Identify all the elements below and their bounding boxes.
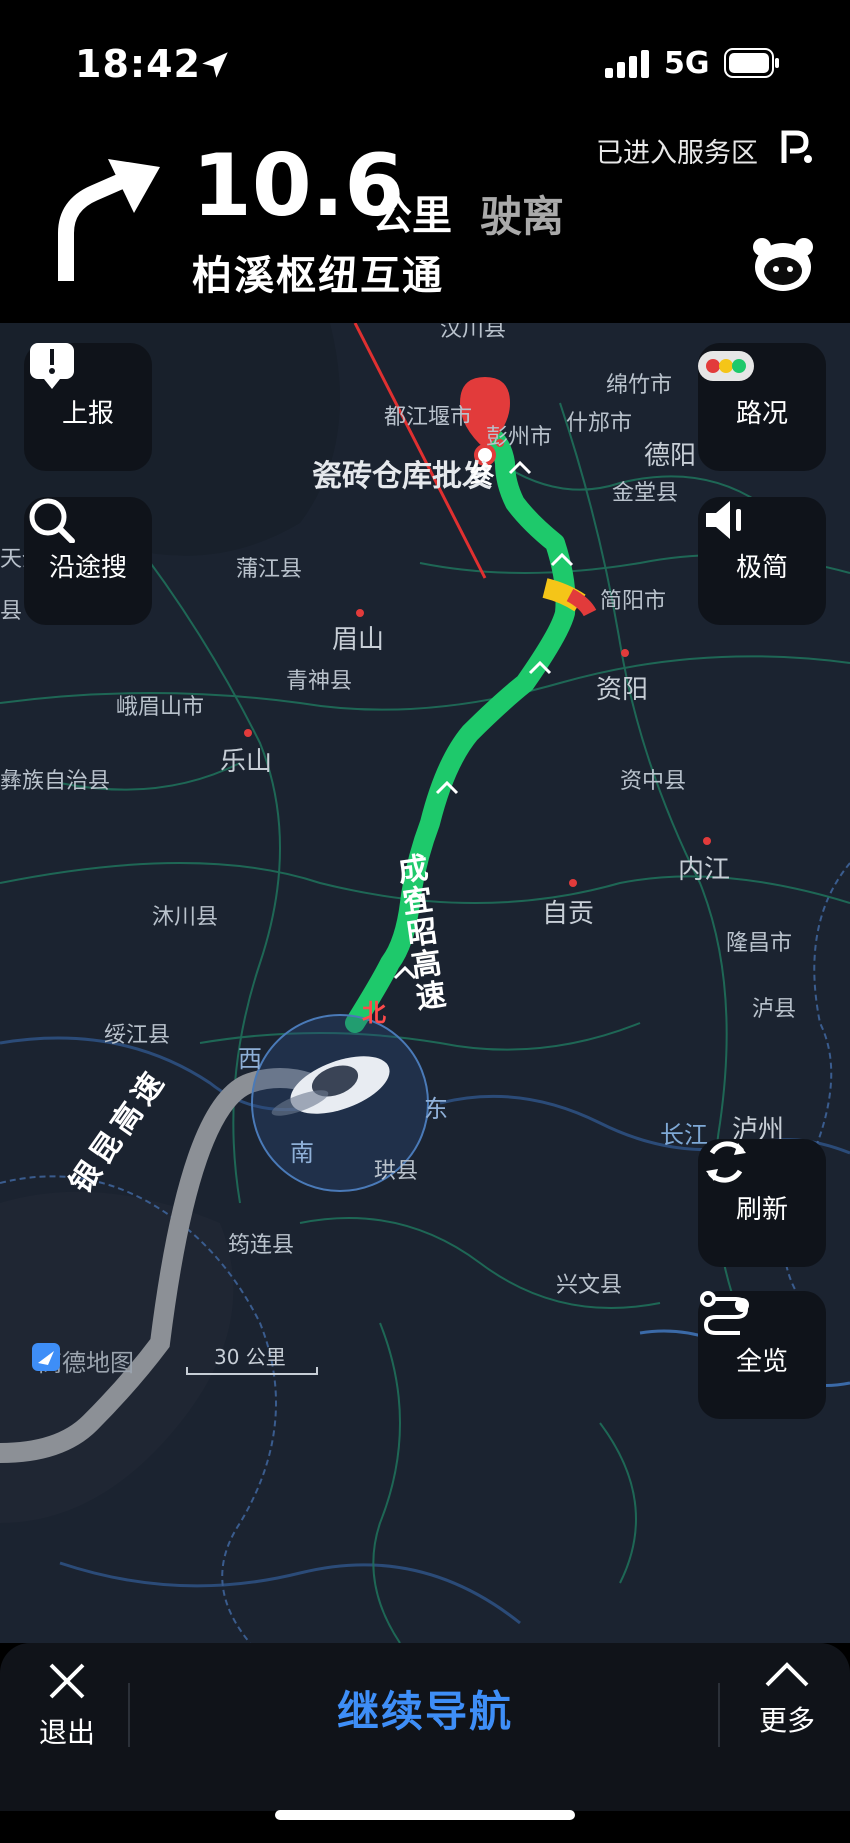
report-icon bbox=[30, 343, 74, 389]
status-time: 18:42 bbox=[75, 42, 201, 86]
amap-logo-icon bbox=[32, 1343, 60, 1371]
maneuver-action: 驶离 bbox=[480, 192, 565, 241]
traffic-button[interactable]: 路况 bbox=[698, 343, 826, 471]
map-label-pengzhou: 彭州市 bbox=[486, 425, 553, 450]
map-label-longchang: 隆昌市 bbox=[726, 931, 793, 956]
scale-label: 30 公里 bbox=[214, 1345, 286, 1369]
divider-right bbox=[718, 1683, 720, 1747]
divider-left bbox=[128, 1683, 130, 1747]
close-icon bbox=[49, 1663, 85, 1699]
overview-button[interactable]: 全览 bbox=[698, 1291, 826, 1419]
scale-bar bbox=[186, 1367, 318, 1375]
distance-unit: 公里 bbox=[372, 193, 452, 239]
status-bar: 18:42 5G bbox=[0, 0, 850, 125]
map-label-yi-left: 县 bbox=[0, 599, 23, 624]
refresh-button[interactable]: 刷新 bbox=[698, 1139, 826, 1267]
map-label-meishan: 眉山 bbox=[332, 625, 385, 655]
map-label-shifang: 什邡市 bbox=[566, 411, 633, 436]
continue-navigation-button[interactable]: 继续导航 bbox=[140, 1673, 710, 1743]
battery-icon bbox=[724, 48, 779, 78]
map-view[interactable]: 理县 汶川县 绵竹市 都江堰市 什邡市 彭州市 德阳 金堂县 瓷砖仓库批发 终 … bbox=[0, 323, 850, 1643]
map-label-gongxian: 珙县 bbox=[374, 1159, 419, 1184]
map-label-emeishan: 峨眉山市 bbox=[116, 695, 205, 720]
refresh-label: 刷新 bbox=[735, 1194, 788, 1225]
traffic-light-icon bbox=[698, 351, 754, 381]
parking-icon bbox=[781, 130, 812, 163]
chevron-up-icon bbox=[765, 1662, 809, 1687]
home-indicator[interactable] bbox=[275, 1810, 575, 1820]
map-label-xingwen: 兴文县 bbox=[556, 1273, 623, 1298]
map-brand: 高德地图 bbox=[32, 1343, 134, 1378]
map-label-dujiangyan: 都江堰市 bbox=[384, 405, 473, 430]
map-label-qingshen: 青神县 bbox=[286, 669, 353, 694]
map-label-luxian: 泸县 bbox=[752, 997, 797, 1022]
mascot-assistant-icon[interactable] bbox=[752, 237, 814, 293]
map-label-zigong: 自贡 bbox=[542, 899, 595, 929]
map-label-lixian: 理县 bbox=[326, 323, 370, 325]
minimal-mode-label: 极简 bbox=[735, 552, 788, 583]
service-area-status: 已进入服务区 bbox=[596, 138, 758, 169]
exit-label: 退出 bbox=[38, 1716, 95, 1749]
compass-south: 南 bbox=[290, 1139, 314, 1167]
more-button[interactable]: 更多 bbox=[742, 1661, 832, 1771]
map-label-neijiang: 内江 bbox=[678, 855, 731, 885]
search-along-button[interactable]: 沿途搜 bbox=[24, 497, 152, 625]
map-label-leshan: 乐山 bbox=[220, 747, 273, 777]
map-label-junlian: 筠连县 bbox=[228, 1233, 295, 1258]
map-label-jintang: 金堂县 bbox=[612, 481, 679, 506]
exit-button[interactable]: 退出 bbox=[22, 1661, 112, 1771]
report-label: 上报 bbox=[61, 398, 114, 429]
navigation-instruction-panel: 10.6 公里 驶离 柏溪枢纽互通 已进入服务区 bbox=[0, 125, 850, 323]
map-label-suijiang: 绥江县 bbox=[104, 1023, 171, 1048]
map-label-muchuan: 沐川县 bbox=[152, 905, 219, 930]
network-type: 5G bbox=[664, 46, 710, 81]
map-label-zizhong: 资中县 bbox=[620, 769, 687, 794]
signal-icon bbox=[605, 50, 649, 78]
map-label-pujiang: 蒲江县 bbox=[236, 557, 303, 582]
map-poi-label[interactable]: 瓷砖仓库批发 bbox=[312, 457, 492, 496]
speaker-icon bbox=[706, 501, 741, 539]
search-icon bbox=[29, 498, 75, 543]
turn-right-arrow-icon bbox=[58, 159, 160, 281]
map-label-ziyang: 资阳 bbox=[596, 675, 649, 705]
map-label-jianyang: 简阳市 bbox=[600, 589, 667, 614]
compass-west: 西 bbox=[238, 1045, 262, 1073]
map-label-yi-zizhi: 彝族自治县 bbox=[0, 769, 111, 794]
destination-marker-label: 终 bbox=[470, 461, 494, 489]
minimal-mode-button[interactable]: 极简 bbox=[698, 497, 826, 625]
compass-north: 北 bbox=[362, 999, 386, 1027]
refresh-icon bbox=[706, 1141, 746, 1183]
report-button[interactable]: 上报 bbox=[24, 343, 152, 471]
bottom-action-panel: 退出 继续导航 更多 bbox=[0, 1643, 850, 1811]
next-road-name: 柏溪枢纽互通 bbox=[192, 253, 444, 299]
map-label-mianzhu: 绵竹市 bbox=[606, 373, 673, 398]
route-overview-icon bbox=[700, 1291, 749, 1335]
compass-east: 东 bbox=[424, 1095, 448, 1123]
map-label-wenchuan: 汶川县 bbox=[440, 323, 507, 342]
location-arrow-icon bbox=[202, 52, 228, 78]
more-label: 更多 bbox=[758, 1704, 815, 1737]
search-along-label: 沿途搜 bbox=[48, 552, 127, 583]
map-label-deyang: 德阳 bbox=[644, 441, 697, 471]
overview-label: 全览 bbox=[735, 1346, 788, 1377]
traffic-label: 路况 bbox=[735, 398, 788, 429]
